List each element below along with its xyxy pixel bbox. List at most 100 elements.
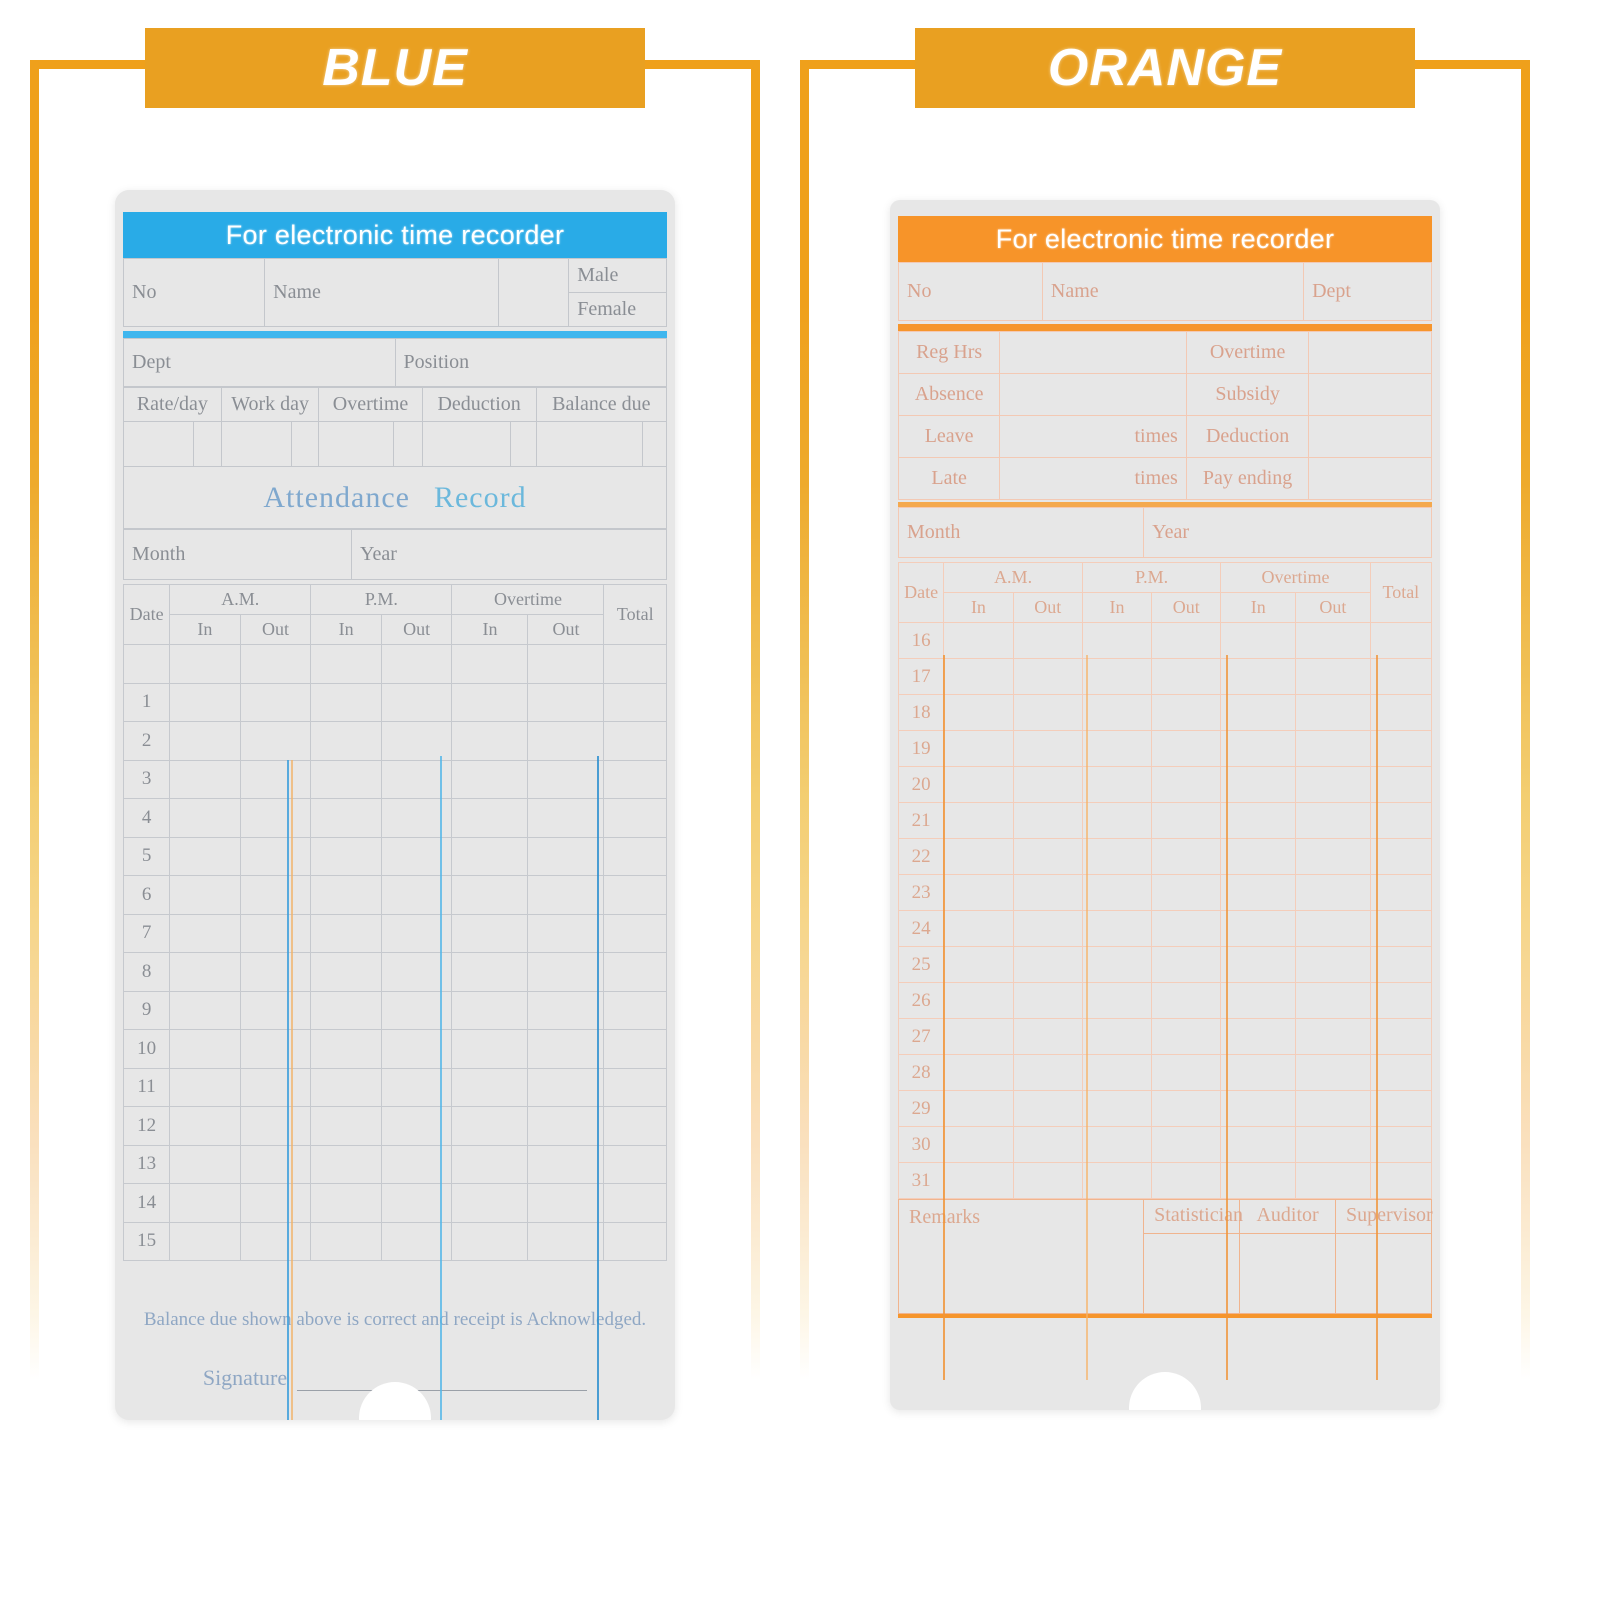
attendance-entry-cell[interactable] bbox=[169, 759, 241, 799]
attendance-entry-cell[interactable] bbox=[1369, 802, 1433, 839]
attendance-entry-cell[interactable] bbox=[603, 1221, 667, 1261]
attendance-entry-cell[interactable] bbox=[1151, 1162, 1222, 1199]
attendance-entry-cell[interactable] bbox=[1151, 1126, 1222, 1163]
attendance-entry-cell[interactable] bbox=[943, 910, 1014, 947]
attendance-entry-cell[interactable] bbox=[310, 1067, 382, 1107]
attendance-entry-cell[interactable] bbox=[310, 1221, 382, 1261]
summary-value-subsidy[interactable] bbox=[1308, 373, 1432, 416]
attendance-entry-cell[interactable] bbox=[527, 913, 605, 953]
attendance-entry-cell[interactable] bbox=[169, 682, 241, 722]
attendance-entry-cell[interactable] bbox=[1081, 946, 1153, 983]
summary-unit-late[interactable]: times bbox=[999, 457, 1187, 500]
attendance-entry-cell[interactable] bbox=[1295, 1054, 1371, 1091]
attendance-entry-cell[interactable] bbox=[527, 1106, 605, 1146]
attendance-entry-cell[interactable] bbox=[451, 1183, 529, 1223]
attendance-entry-cell[interactable] bbox=[1220, 874, 1297, 911]
attendance-entry-cell[interactable] bbox=[603, 1029, 667, 1069]
attendance-entry-cell[interactable] bbox=[1295, 622, 1371, 659]
attendance-entry-cell[interactable] bbox=[1369, 838, 1433, 875]
attendance-entry-cell[interactable] bbox=[451, 644, 529, 684]
attendance-entry-cell[interactable] bbox=[1220, 982, 1297, 1019]
attendance-entry-cell[interactable] bbox=[1295, 766, 1371, 803]
attendance-entry-cell[interactable] bbox=[380, 759, 453, 799]
attendance-entry-cell[interactable] bbox=[1295, 802, 1371, 839]
attendance-entry-cell[interactable] bbox=[1081, 1162, 1153, 1199]
field-gender-mark[interactable] bbox=[497, 258, 570, 327]
attendance-entry-cell[interactable] bbox=[527, 759, 605, 799]
attendance-entry-cell[interactable] bbox=[380, 1029, 453, 1069]
attendance-entry-cell[interactable] bbox=[310, 682, 382, 722]
attendance-entry-cell[interactable] bbox=[239, 1106, 312, 1146]
attendance-entry-cell[interactable] bbox=[169, 1106, 241, 1146]
attendance-entry-cell[interactable] bbox=[1081, 874, 1153, 911]
attendance-entry-cell[interactable] bbox=[943, 1018, 1014, 1055]
attendance-entry-cell[interactable] bbox=[943, 694, 1014, 731]
attendance-entry-cell[interactable] bbox=[1151, 730, 1222, 767]
attendance-entry-cell[interactable] bbox=[1081, 730, 1153, 767]
attendance-entry-cell[interactable] bbox=[380, 1144, 453, 1184]
attendance-entry-cell[interactable] bbox=[380, 721, 453, 761]
attendance-entry-cell[interactable] bbox=[239, 798, 312, 838]
attendance-entry-cell[interactable] bbox=[1369, 1054, 1433, 1091]
attendance-entry-cell[interactable] bbox=[527, 952, 605, 992]
attendance-entry-cell[interactable] bbox=[527, 644, 605, 684]
attendance-entry-cell[interactable] bbox=[527, 682, 605, 722]
field-female[interactable]: Female bbox=[568, 292, 667, 327]
attendance-entry-cell[interactable] bbox=[1012, 982, 1083, 1019]
attendance-entry-cell[interactable] bbox=[1220, 1162, 1297, 1199]
attendance-entry-cell[interactable] bbox=[1012, 766, 1083, 803]
attendance-entry-cell[interactable] bbox=[1295, 910, 1371, 947]
attendance-entry-cell[interactable] bbox=[1012, 658, 1083, 695]
signoff-box-auditor[interactable] bbox=[1239, 1233, 1337, 1314]
attendance-entry-cell[interactable] bbox=[310, 836, 382, 876]
attendance-entry-cell[interactable] bbox=[943, 982, 1014, 1019]
attendance-entry-cell[interactable] bbox=[169, 836, 241, 876]
field-name[interactable]: Name bbox=[264, 258, 499, 327]
attendance-entry-cell[interactable] bbox=[451, 759, 529, 799]
summary-value-overtime[interactable] bbox=[1308, 331, 1432, 374]
attendance-entry-cell[interactable] bbox=[943, 874, 1014, 911]
attendance-entry-cell[interactable] bbox=[1081, 694, 1153, 731]
attendance-entry-cell[interactable] bbox=[1151, 946, 1222, 983]
attendance-entry-cell[interactable] bbox=[1295, 838, 1371, 875]
attendance-entry-cell[interactable] bbox=[1220, 766, 1297, 803]
attendance-entry-cell[interactable] bbox=[1012, 1090, 1083, 1127]
attendance-entry-cell[interactable] bbox=[239, 875, 312, 915]
attendance-entry-cell[interactable] bbox=[1295, 694, 1371, 731]
summary-value-absence[interactable] bbox=[999, 373, 1187, 416]
attendance-entry-cell[interactable] bbox=[527, 1183, 605, 1223]
attendance-entry-cell[interactable] bbox=[1220, 1090, 1297, 1127]
attendance-entry-cell[interactable] bbox=[451, 798, 529, 838]
attendance-entry-cell[interactable] bbox=[310, 913, 382, 953]
attendance-entry-cell[interactable] bbox=[380, 875, 453, 915]
attendance-entry-cell[interactable] bbox=[310, 759, 382, 799]
attendance-entry-cell[interactable] bbox=[239, 1221, 312, 1261]
attendance-entry-cell[interactable] bbox=[451, 875, 529, 915]
attendance-entry-cell[interactable] bbox=[943, 838, 1014, 875]
attendance-entry-cell[interactable] bbox=[451, 682, 529, 722]
attendance-entry-cell[interactable] bbox=[527, 1067, 605, 1107]
attendance-entry-cell[interactable] bbox=[527, 1221, 605, 1261]
attendance-entry-cell[interactable] bbox=[239, 759, 312, 799]
summary-value-reg-hrs[interactable] bbox=[999, 331, 1187, 374]
attendance-entry-cell[interactable] bbox=[380, 1183, 453, 1223]
attendance-entry-cell[interactable] bbox=[1369, 1090, 1433, 1127]
attendance-entry-cell[interactable] bbox=[239, 1067, 312, 1107]
attendance-entry-cell[interactable] bbox=[527, 1029, 605, 1069]
attendance-entry-cell[interactable] bbox=[310, 1144, 382, 1184]
attendance-entry-cell[interactable] bbox=[1151, 1018, 1222, 1055]
attendance-entry-cell[interactable] bbox=[169, 875, 241, 915]
attendance-entry-cell[interactable] bbox=[380, 798, 453, 838]
attendance-entry-cell[interactable] bbox=[1369, 1126, 1433, 1163]
field-dept[interactable]: Dept bbox=[1303, 262, 1432, 321]
summary-unit-leave[interactable]: times bbox=[999, 415, 1187, 458]
attendance-entry-cell[interactable] bbox=[1012, 946, 1083, 983]
attendance-entry-cell[interactable] bbox=[1369, 1162, 1433, 1199]
attendance-entry-cell[interactable] bbox=[603, 990, 667, 1030]
attendance-entry-cell[interactable] bbox=[603, 1106, 667, 1146]
attendance-entry-cell[interactable] bbox=[1012, 694, 1083, 731]
attendance-entry-cell[interactable] bbox=[380, 836, 453, 876]
attendance-entry-cell[interactable] bbox=[1151, 838, 1222, 875]
attendance-entry-cell[interactable] bbox=[603, 1067, 667, 1107]
attendance-entry-cell[interactable] bbox=[451, 1106, 529, 1146]
